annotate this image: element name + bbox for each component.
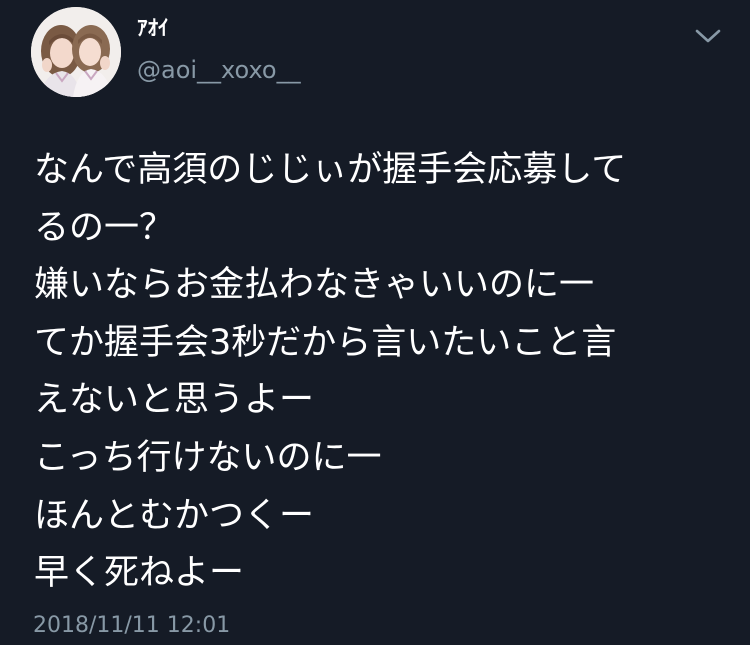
user-handle[interactable]: @aoi__xoxo__ [137,56,301,84]
chevron-down-icon[interactable] [694,25,722,47]
tweet-text-line: 嫌いならお金払わなきゃいいのに一 [34,265,595,306]
tweet-text-line: るの一？ [34,207,175,248]
tweet-card: ｱｵｲ @aoi__xoxo__ なんで高須のじじぃが握手会応募して るの一？ … [0,0,750,645]
avatar[interactable] [31,7,121,97]
tweet-text-line: えないと思うよー [34,380,315,421]
profile-photo-icon [31,7,121,97]
tweet-text-line: 早く死ねよー [34,553,245,594]
tweet-text-line: ほんとむかつくー [34,495,315,536]
tweet-text: なんで高須のじじぃが握手会応募して るの一？ 嫌いならお金払わなきゃいいのに一 … [34,142,734,603]
tweet-timestamp[interactable]: 2018/11/11 12:01 [33,612,230,640]
tweet-text-line: なんで高須のじじぃが握手会応募して [34,150,627,190]
tweet-text-line: てか握手会3秒だから言いたいこと言 [34,322,617,363]
tweet-text-line: こっち行けないのに一 [34,437,382,478]
display-name[interactable]: ｱｵｲ [137,16,169,40]
